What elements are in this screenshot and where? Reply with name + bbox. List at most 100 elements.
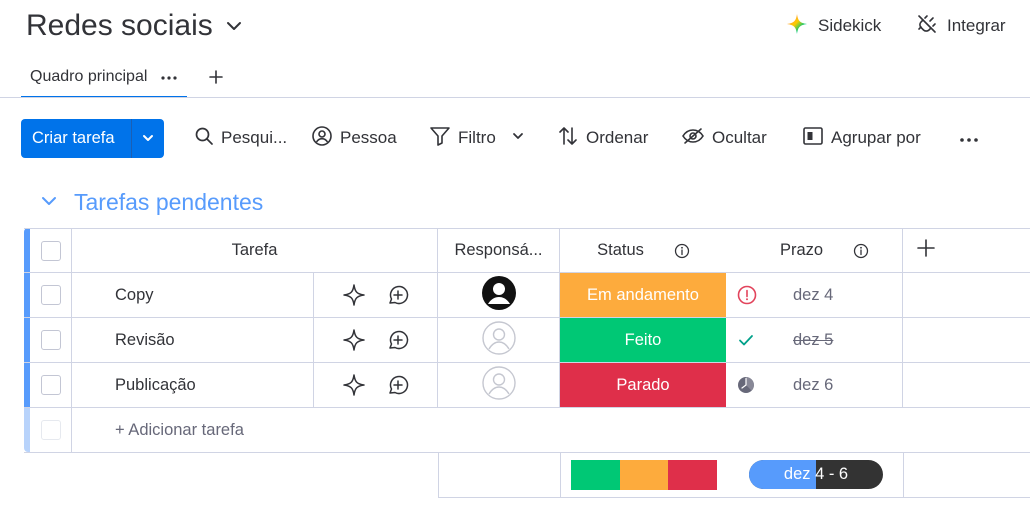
table-row[interactable]: Copy Em andamento dez 4 <box>24 273 1030 318</box>
board-title[interactable]: Redes sociais <box>26 6 243 46</box>
sparkle-icon[interactable] <box>342 373 366 397</box>
tab-label: Quadro principal <box>30 68 148 85</box>
owner-cell[interactable] <box>438 363 560 407</box>
search-label: Pesqui... <box>221 128 288 147</box>
select-all-checkbox[interactable] <box>40 240 61 261</box>
group-title[interactable]: Tarefas pendentes <box>74 189 263 216</box>
view-tabs: Quadro principal <box>21 58 224 98</box>
hide-button[interactable]: Ocultar <box>681 118 767 158</box>
column-header-label: Prazo <box>779 241 824 259</box>
row-checkbox[interactable] <box>40 375 61 395</box>
task-actions-cell <box>314 363 438 407</box>
task-name-cell[interactable]: Publicação <box>72 363 314 407</box>
status-distribution-segment <box>619 460 669 490</box>
row-select-cell <box>30 318 72 362</box>
sparkle-icon <box>786 13 808 40</box>
status-distribution-bar[interactable] <box>571 460 717 490</box>
header-divider <box>0 97 1030 98</box>
filter-button[interactable]: Filtro <box>429 118 525 158</box>
table-row[interactable]: Revisão Feito dez 5 <box>24 318 1030 363</box>
sort-button[interactable]: Ordenar <box>557 118 648 158</box>
filter-icon <box>429 125 451 152</box>
info-icon[interactable] <box>853 243 869 259</box>
board-toolbar: Criar tarefa Pesqui... Pessoa Filtro Ord… <box>21 118 1001 158</box>
timeline-summary[interactable]: dez 4 - 6 <box>749 460 883 489</box>
task-name[interactable]: Copy <box>115 286 154 305</box>
add-row-checkbox <box>40 420 61 440</box>
column-header-task[interactable]: Tarefa <box>72 229 438 272</box>
chevron-down-icon[interactable] <box>225 17 243 35</box>
integrate-button[interactable]: Integrar <box>917 11 1006 41</box>
add-view-button[interactable] <box>209 68 224 88</box>
integrate-label: Integrar <box>947 16 1006 35</box>
more-options-icon <box>959 128 979 148</box>
filter-label: Filtro <box>458 128 496 147</box>
group-label: Agrupar por <box>831 128 921 147</box>
deadline-date: dez 4 <box>793 285 834 304</box>
task-name-cell[interactable]: Copy <box>72 273 314 317</box>
add-update-icon[interactable] <box>386 373 410 397</box>
task-name-cell[interactable]: Revisão <box>72 318 314 362</box>
add-task-row[interactable]: + Adicionar tarefa <box>24 408 1030 453</box>
chevron-down-icon[interactable] <box>132 119 164 158</box>
add-task-label: + Adicionar tarefa <box>115 420 244 439</box>
owner-cell[interactable] <box>438 318 560 362</box>
status-distribution-segment <box>668 460 717 490</box>
person-label: Pessoa <box>340 128 397 147</box>
task-actions-cell <box>314 318 438 362</box>
tab-main-board[interactable]: Quadro principal <box>21 58 188 98</box>
more-options-icon[interactable] <box>161 68 178 86</box>
chevron-down-icon[interactable] <box>40 189 58 216</box>
info-icon[interactable] <box>674 243 690 259</box>
group-header[interactable]: Tarefas pendentes <box>40 187 263 217</box>
empty-avatar[interactable] <box>481 365 516 405</box>
add-update-icon[interactable] <box>386 328 410 352</box>
add-row-select-cell <box>30 408 72 452</box>
summary-divider <box>560 453 561 497</box>
owner-cell[interactable] <box>438 273 560 317</box>
sparkle-icon[interactable] <box>342 328 366 352</box>
row-checkbox[interactable] <box>40 285 61 305</box>
status-cell[interactable]: Feito <box>560 318 727 362</box>
avatar[interactable] <box>481 275 516 315</box>
add-task-input[interactable]: + Adicionar tarefa <box>72 408 1030 452</box>
deadline-cell[interactable]: dez 5 <box>727 318 903 362</box>
status-cell[interactable]: Parado <box>560 363 727 407</box>
status-distribution-segment <box>571 460 620 490</box>
column-header-label: Status <box>597 241 644 259</box>
timeline-label-start: dez <box>783 465 816 483</box>
deadline-cell[interactable]: dez 6 <box>727 363 903 407</box>
add-update-icon[interactable] <box>386 283 410 307</box>
column-header-status[interactable]: Status <box>560 229 727 272</box>
column-header-deadline[interactable]: Prazo <box>727 229 903 272</box>
create-task-label: Criar tarefa <box>32 128 115 147</box>
add-column-button[interactable] <box>903 229 949 272</box>
sparkle-icon[interactable] <box>342 283 366 307</box>
deadline-cell[interactable]: dez 4 <box>727 273 903 317</box>
chevron-down-icon[interactable] <box>511 128 525 148</box>
sort-label: Ordenar <box>586 128 649 147</box>
sidekick-label: Sidekick <box>818 16 882 35</box>
person-filter-button[interactable]: Pessoa <box>311 118 397 158</box>
status-label: Em andamento <box>587 285 699 304</box>
status-cell[interactable]: Em andamento <box>560 273 727 317</box>
task-name[interactable]: Publicação <box>115 376 196 395</box>
search-button[interactable]: Pesqui... <box>194 118 287 158</box>
timeline-label-range: 4 - 6 <box>815 465 849 483</box>
column-header-owner[interactable]: Responsá... <box>438 229 560 272</box>
group-by-button[interactable]: Agrupar por <box>802 118 921 158</box>
plus-icon <box>916 238 936 263</box>
task-name[interactable]: Revisão <box>115 331 175 350</box>
row-checkbox[interactable] <box>40 330 61 350</box>
sort-icon <box>557 125 579 152</box>
table-header-row: Tarefa Responsá... Status Prazo <box>24 228 1030 273</box>
more-options-button[interactable] <box>959 118 979 158</box>
table-row[interactable]: Publicação Parado dez 6 <box>24 363 1030 408</box>
empty-avatar[interactable] <box>481 320 516 360</box>
create-task-button[interactable]: Criar tarefa <box>21 118 164 158</box>
column-header-label: Tarefa <box>231 241 278 259</box>
plug-icon <box>917 14 937 39</box>
sidekick-button[interactable]: Sidekick <box>786 11 881 41</box>
clock-icon <box>737 376 760 394</box>
check-icon <box>737 331 760 349</box>
